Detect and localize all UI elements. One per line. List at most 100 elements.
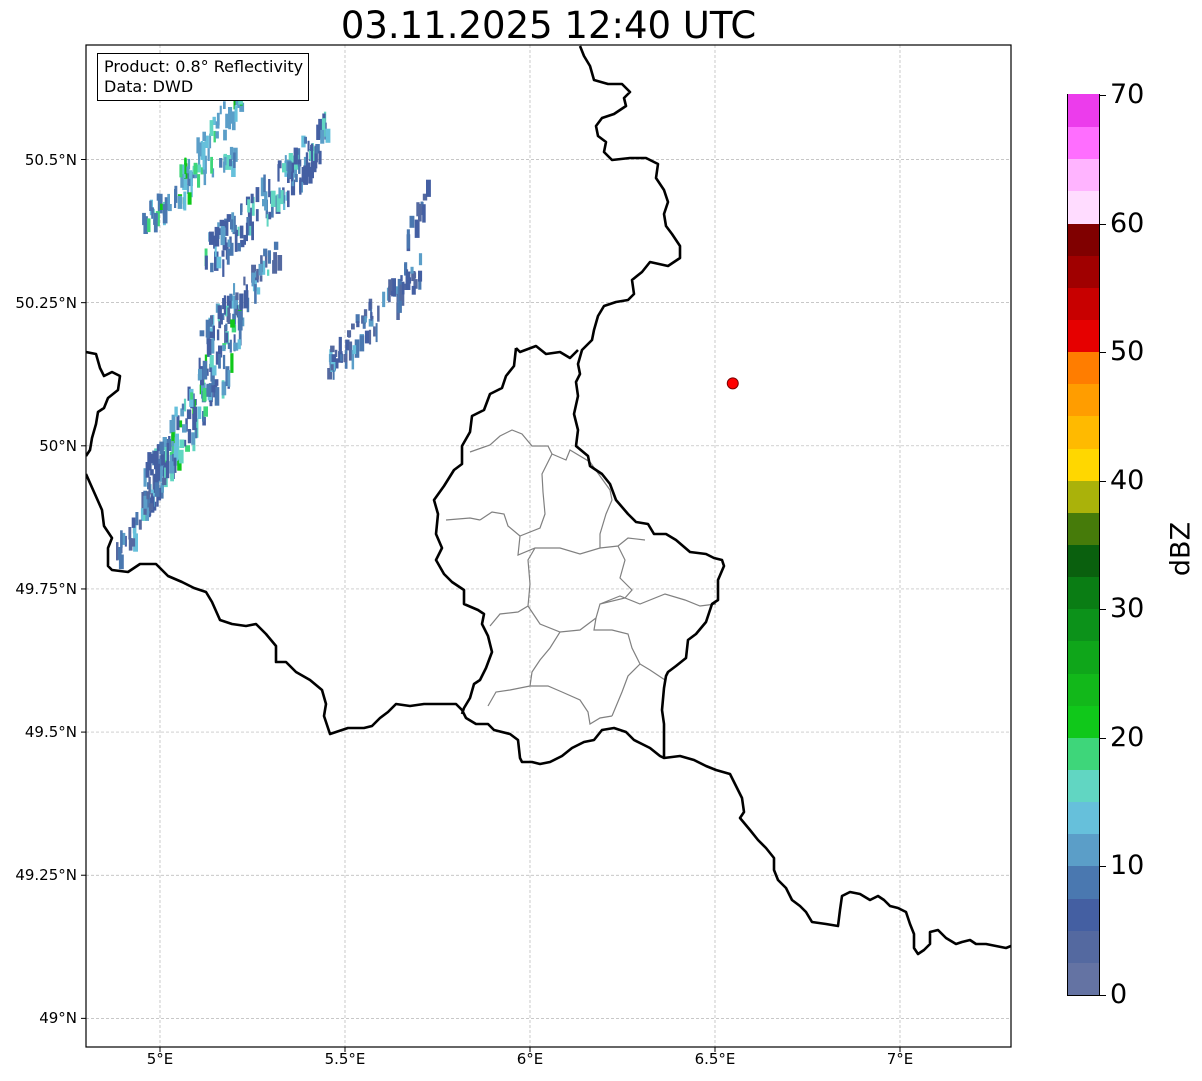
echo-cell bbox=[179, 164, 183, 178]
echo-cell bbox=[190, 392, 194, 400]
echo-cell bbox=[228, 107, 233, 124]
echo-cell bbox=[351, 323, 355, 330]
colorbar-segment bbox=[1068, 833, 1099, 867]
echo-cell bbox=[159, 441, 164, 455]
echo-cell bbox=[138, 519, 142, 530]
colorbar-tick bbox=[1100, 352, 1106, 354]
echo-cell bbox=[178, 197, 181, 209]
echo-cell bbox=[256, 268, 259, 280]
colorbar-segment bbox=[1068, 544, 1099, 578]
echo-cell bbox=[268, 211, 272, 220]
colorbar-segment bbox=[1068, 962, 1099, 995]
echo-cell bbox=[243, 290, 249, 309]
echo-cell bbox=[267, 269, 270, 276]
echo-cell bbox=[364, 316, 367, 323]
echo-cell bbox=[370, 312, 373, 321]
echo-cell bbox=[207, 148, 210, 161]
echo-cell bbox=[225, 323, 228, 330]
echo-cell bbox=[153, 212, 158, 233]
echo-cell bbox=[273, 241, 279, 250]
echo-cell bbox=[278, 187, 281, 199]
lat-tick-label: 49°N bbox=[39, 1009, 77, 1028]
echo-cell bbox=[315, 155, 318, 169]
lon-tick-label: 7°E bbox=[886, 1050, 914, 1068]
echo-cell bbox=[267, 250, 271, 264]
colorbar-tick-label: 40 bbox=[1110, 464, 1145, 496]
colorbar-segment bbox=[1068, 190, 1099, 224]
echo-cell bbox=[226, 248, 230, 265]
colorbar-segment bbox=[1068, 255, 1099, 288]
echo-cell bbox=[183, 191, 187, 211]
echo-cell bbox=[150, 453, 155, 464]
echo-cell bbox=[409, 215, 415, 228]
echo-cell bbox=[255, 187, 260, 203]
echo-cell bbox=[233, 342, 239, 351]
echo-cell bbox=[193, 162, 198, 175]
echo-cell bbox=[184, 157, 187, 175]
lat-tick-label: 50.25°N bbox=[15, 293, 77, 312]
echo-cell bbox=[216, 329, 220, 341]
echo-cell bbox=[215, 131, 219, 139]
echo-cell bbox=[414, 219, 420, 238]
echo-cell bbox=[290, 171, 294, 182]
echo-cell bbox=[347, 330, 352, 338]
echo-cell bbox=[203, 406, 208, 417]
echo-cell bbox=[229, 293, 233, 301]
echo-cell bbox=[233, 152, 236, 168]
echo-cell bbox=[237, 242, 241, 252]
echo-cell bbox=[156, 193, 161, 201]
colorbar-tick-label: 30 bbox=[1110, 593, 1145, 625]
echo-cell bbox=[174, 185, 178, 203]
lon-tick-label: 5.5°E bbox=[324, 1050, 366, 1068]
echo-cell bbox=[388, 279, 393, 291]
echo-cell bbox=[320, 129, 325, 144]
echo-cell bbox=[307, 140, 310, 152]
colorbar-segment bbox=[1068, 737, 1099, 770]
echo-cell bbox=[120, 530, 123, 548]
echo-cell bbox=[146, 491, 150, 500]
echo-cell bbox=[187, 429, 192, 444]
echo-cell bbox=[330, 364, 334, 371]
colorbar-tick bbox=[1100, 223, 1106, 225]
lat-tick-label: 49.25°N bbox=[15, 866, 77, 885]
echo-cell bbox=[219, 158, 223, 168]
echo-cell bbox=[325, 128, 331, 143]
lat-tick-label: 50.5°N bbox=[24, 150, 77, 169]
echo-cell bbox=[377, 305, 380, 322]
colorbar-segment bbox=[1068, 672, 1099, 706]
echo-cell bbox=[270, 190, 276, 207]
echo-cell bbox=[160, 203, 163, 210]
echo-cell bbox=[272, 260, 278, 274]
colorbar-tick-label: 0 bbox=[1110, 979, 1128, 1010]
echo-cell bbox=[222, 345, 226, 352]
echo-cell bbox=[181, 403, 185, 410]
echo-cell bbox=[234, 105, 238, 122]
echo-cell bbox=[310, 144, 314, 151]
colorbar-tick-label: 10 bbox=[1110, 850, 1145, 882]
echo-cell bbox=[182, 424, 187, 433]
echo-cell bbox=[227, 307, 231, 321]
product-label: Product: 0.8° Reflectivity bbox=[104, 57, 304, 76]
echo-cell bbox=[356, 321, 360, 328]
echo-cell bbox=[222, 354, 226, 370]
echo-cell bbox=[196, 137, 200, 154]
dbz-colorbar bbox=[1067, 94, 1100, 996]
echo-cell bbox=[192, 413, 197, 431]
echo-cell bbox=[255, 209, 259, 222]
echo-cell bbox=[345, 339, 350, 351]
colorbar-segment bbox=[1068, 705, 1099, 738]
echo-cell bbox=[293, 147, 298, 165]
location-marker bbox=[726, 377, 739, 390]
echo-cell bbox=[191, 432, 195, 445]
echo-cell bbox=[277, 164, 280, 182]
colorbar-segment bbox=[1068, 897, 1099, 931]
echo-cell bbox=[189, 170, 193, 179]
echo-cell bbox=[118, 547, 122, 560]
echo-cell bbox=[202, 152, 206, 170]
echo-cell bbox=[418, 270, 423, 282]
echo-cell bbox=[338, 336, 342, 352]
echo-cell bbox=[197, 406, 202, 419]
echo-cell bbox=[332, 370, 335, 380]
echo-cell bbox=[209, 355, 214, 368]
echo-cell bbox=[230, 219, 234, 230]
